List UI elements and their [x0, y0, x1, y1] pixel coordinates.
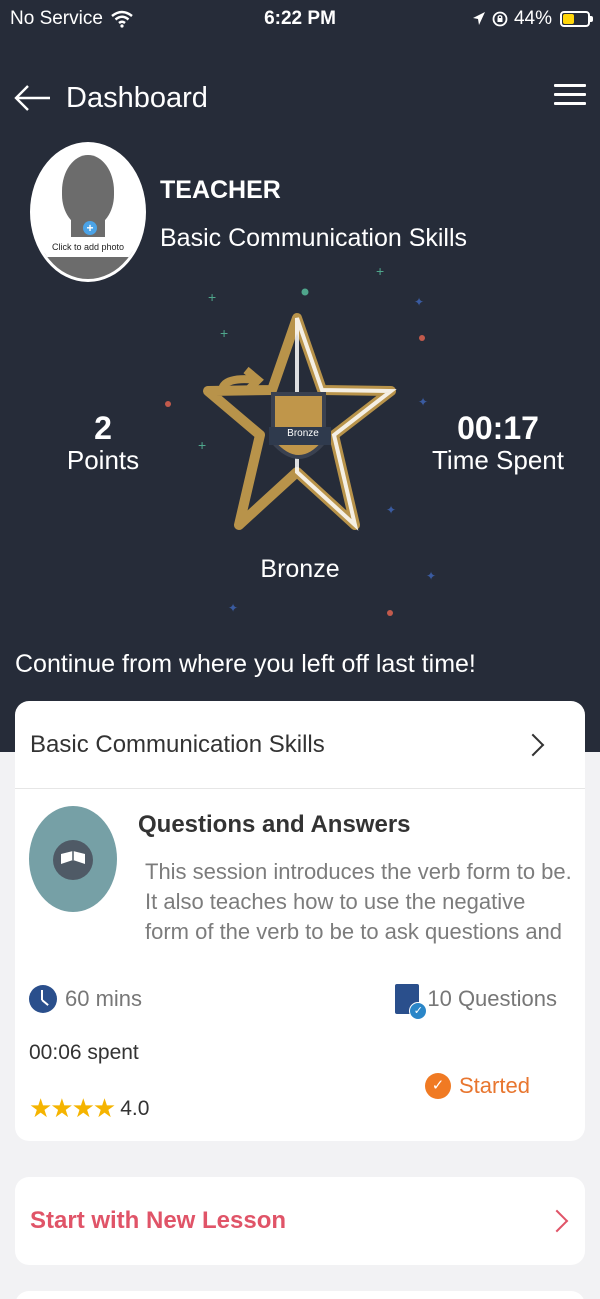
svg-text:+: + [198, 437, 206, 453]
page-title: Dashboard [66, 82, 208, 114]
battery-fill [563, 14, 574, 24]
duration-meta: 60 mins [29, 985, 142, 1013]
star-rating-icons: ★★★★ [29, 1093, 116, 1123]
lesson-thumbnail [29, 806, 117, 912]
status-bar: No Service 6:22 PM 44% [0, 0, 600, 38]
clock-icon [29, 985, 57, 1013]
continue-lesson-card[interactable]: Basic Communication Skills Questions and… [15, 701, 585, 1141]
status-right: 44% [472, 8, 593, 30]
lesson-title: Questions and Answers [138, 811, 411, 838]
add-photo-label[interactable]: Click to add photo [33, 237, 143, 257]
hamburger-menu-icon[interactable] [554, 78, 586, 118]
location-arrow-icon [472, 12, 485, 25]
open-book-icon [53, 840, 93, 880]
start-new-lesson-label: Start with New Lesson [30, 1207, 287, 1234]
orientation-lock-icon [492, 11, 508, 27]
chevron-right-icon [521, 733, 545, 757]
points-stat: 2 Points [40, 410, 166, 476]
nav-bar: Dashboard [0, 72, 600, 128]
badge-text: Bronze [287, 428, 319, 439]
rating-value: 4.0 [120, 1096, 150, 1120]
add-photo-plus-icon[interactable]: + [83, 221, 97, 235]
time-spent-text: 00:06 spent [29, 1041, 139, 1064]
battery-percent: 44% [513, 8, 552, 29]
avatar[interactable]: Click to add photo + [30, 142, 146, 282]
points-label: Points [66, 445, 140, 475]
questions-text: 10 Questions [427, 986, 557, 1011]
course-title: Basic Communication Skills [30, 731, 325, 758]
svg-text:✦: ✦ [386, 503, 396, 517]
status-badge: ✓ Started [425, 1073, 530, 1099]
battery-icon [560, 11, 593, 27]
svg-text:✦: ✦ [228, 601, 238, 615]
rating: ★★★★ 4.0 [29, 1093, 149, 1124]
level-label: Bronze [260, 555, 340, 583]
check-circle-icon: ✓ [425, 1073, 451, 1099]
time-spent-stat: 00:17 Time Spent [410, 410, 586, 476]
chevron-right-icon [545, 1209, 569, 1233]
svg-text:✦: ✦ [414, 295, 424, 309]
svg-text:✦: ✦ [418, 395, 428, 409]
next-card-edge [15, 1291, 585, 1299]
status-text: Started [459, 1073, 530, 1098]
continue-heading: Continue from where you left off last ti… [15, 650, 476, 678]
duration-text: 60 mins [65, 986, 143, 1011]
document-check-icon [395, 984, 428, 1020]
user-role: TEACHER [160, 176, 281, 204]
svg-text:+: + [208, 289, 216, 305]
back-arrow-icon[interactable] [12, 78, 52, 118]
svg-text:+: + [220, 325, 228, 341]
course-header-row[interactable]: Basic Communication Skills [15, 701, 585, 789]
questions-meta: 10 Questions [395, 984, 557, 1020]
time-spent-value: 00:17 [457, 410, 539, 446]
start-new-lesson-button[interactable]: Start with New Lesson [15, 1177, 585, 1265]
lesson-description: This session introduces the verb form to… [145, 859, 572, 944]
points-value: 2 [94, 410, 112, 446]
current-course-name: Basic Communication Skills [160, 224, 468, 252]
time-spent-label: Time Spent [432, 445, 564, 475]
svg-text:+: + [376, 263, 384, 279]
